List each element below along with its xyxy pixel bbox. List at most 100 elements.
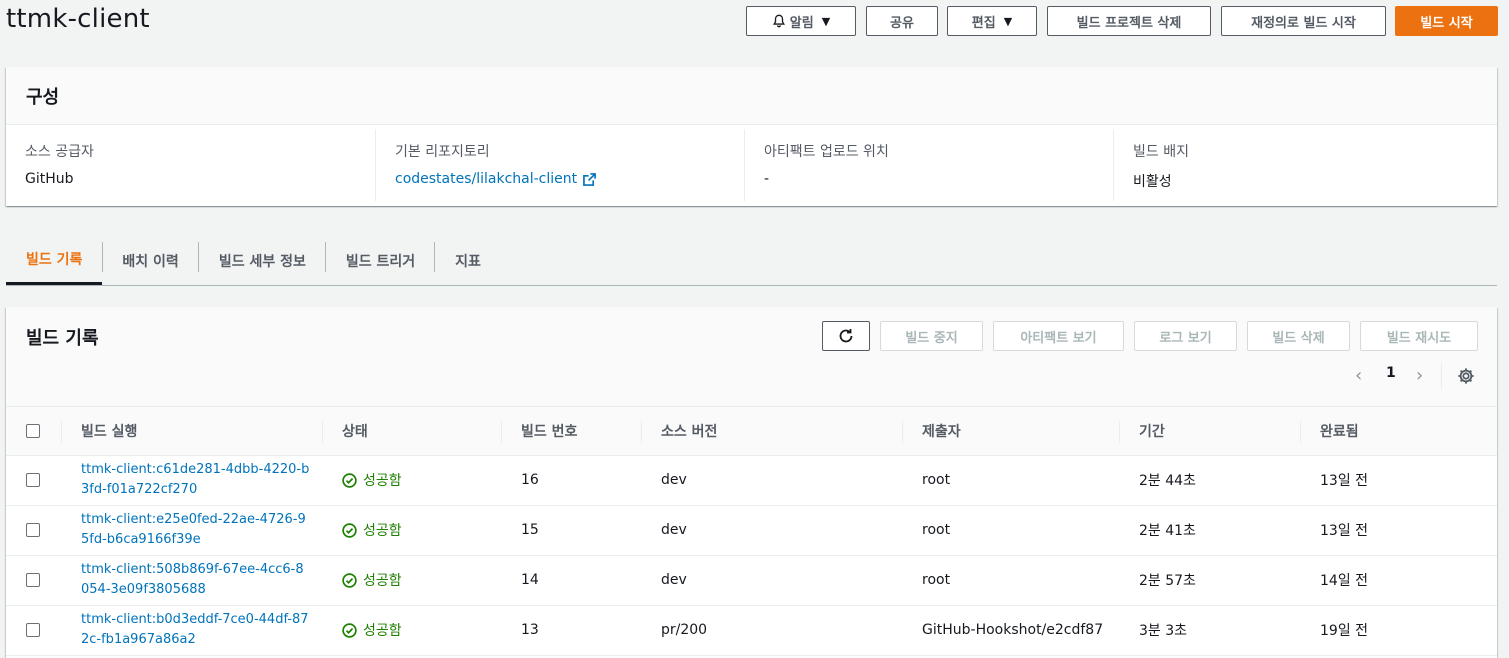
build-number-cell: 13 [501,605,641,656]
build-number-cell: 15 [501,505,641,556]
submitter-cell: root [902,505,1119,556]
config-primary-repository: 기본 리포지토리 codestates/lilakchal-client [375,129,744,201]
retry-build-button[interactable]: 빌드 재시도 [1360,321,1478,351]
tab-bar: 빌드 기록 배치 이력 빌드 세부 정보 빌드 트리거 지표 [6,236,1497,286]
pagination-prev-icon[interactable]: ‹ [1355,365,1362,386]
duration-cell: 2분 57초 [1119,555,1300,606]
status-label: 성공함 [363,623,402,639]
status-badge: 성공함 [342,570,501,590]
status-cell: 성공함 [322,455,501,506]
tab-label: 지표 [455,253,481,270]
column-header[interactable]: 빌드 번호 [501,407,641,456]
row-checkbox[interactable] [26,523,40,537]
repository-link[interactable]: codestates/lilakchal-client [395,171,597,187]
row-checkbox[interactable] [26,573,40,587]
tab-label: 빌드 트리거 [345,253,416,270]
row-select-cell [6,455,61,506]
build-number-cell: 16 [501,455,641,506]
pagination-page-1[interactable]: 1 [1386,365,1396,381]
build-number-cell: 14 [501,555,641,606]
completed-cell: 19일 전 [1300,605,1497,656]
table-row: ttmk-client:508b869f-67ee-4cc6-8054-3e09… [6,555,1497,606]
gear-icon[interactable] [1457,367,1475,385]
refresh-button[interactable] [822,321,870,351]
view-artifacts-button[interactable]: 아티팩트 보기 [993,321,1124,351]
build-run-cell: ttmk-client:e25e0fed-22ae-4726-95fd-b6ca… [61,505,322,556]
duration-cell: 2분 41초 [1119,505,1300,556]
delete-project-button[interactable]: 빌드 프로젝트 삭제 [1047,6,1211,36]
status-cell: 성공함 [322,555,501,606]
completed-cell: 14일 전 [1300,555,1497,606]
success-check-icon [342,622,357,638]
notify-button[interactable]: 알림 ▼ [746,6,856,36]
build-run-cell: ttmk-client:c61de281-4dbb-4220-b3fd-f01a… [61,455,322,506]
status-label: 성공함 [363,473,402,489]
edit-button[interactable]: 편집 ▼ [947,6,1037,36]
tab-batch-history[interactable]: 배치 이력 [102,236,199,285]
completed-cell: 13일 전 [1300,505,1497,556]
column-header[interactable]: 완료됨 [1300,407,1497,456]
notify-label: 알림 [789,15,814,31]
build-run-link[interactable]: ttmk-client:508b869f-67ee-4cc6-8054-3e09… [81,560,311,600]
column-header[interactable]: 기간 [1119,407,1300,456]
stop-build-button[interactable]: 빌드 중지 [880,321,983,351]
source-version-cell: dev [641,505,902,556]
config-build-badge: 빌드 배지 비활성 [1113,129,1482,201]
tab-build-details[interactable]: 빌드 세부 정보 [199,236,326,285]
build-run-link[interactable]: ttmk-client:b0d3eddf-7ce0-44df-872c-fb1a… [81,610,311,650]
tab-label: 빌드 기록 [26,252,83,268]
build-history-title: 빌드 기록 [26,328,99,349]
edit-label: 편집 [971,15,996,31]
config-label: 빌드 배지 [1133,144,1189,160]
tab-metrics[interactable]: 지표 [435,236,501,285]
config-panel: 구성 소스 공급자 GitHub 기본 리포지토리 codestates/lil… [6,67,1497,206]
start-with-overrides-button[interactable]: 재정의로 빌드 시작 [1221,6,1386,36]
column-header[interactable]: 빌드 실행 [61,407,322,456]
table-header-row: 빌드 실행 상태 빌드 번호 소스 버전 제출자 기간 완료됨 [6,407,1497,456]
tab-build-history[interactable]: 빌드 기록 [6,236,103,285]
select-all-checkbox[interactable] [26,423,40,438]
source-version-cell: dev [641,455,902,506]
config-source-provider: 소스 공급자 GitHub [6,129,375,201]
build-history-table: 빌드 실행 상태 빌드 번호 소스 버전 제출자 기간 완료됨 ttmk-cli… [6,407,1497,656]
success-check-icon [342,472,357,488]
table-row: ttmk-client:e25e0fed-22ae-4726-95fd-b6ca… [6,505,1497,556]
repository-link-label: codestates/lilakchal-client [395,171,578,187]
build-history-panel: 빌드 기록 빌드 중지 아티팩트 보기 로그 보기 빌드 삭제 빌드 재시도 ‹… [6,307,1497,658]
row-checkbox[interactable] [26,623,40,637]
success-check-icon [342,522,357,538]
table-row: ttmk-client:b0d3eddf-7ce0-44df-872c-fb1a… [6,605,1497,656]
status-cell: 성공함 [322,505,501,556]
status-badge: 성공함 [342,620,501,640]
config-value: - [764,171,770,187]
row-checkbox[interactable] [26,473,40,487]
select-all-cell [6,407,61,456]
refresh-icon [839,329,853,343]
build-run-link[interactable]: ttmk-client:e25e0fed-22ae-4726-95fd-b6ca… [81,510,311,550]
view-logs-button[interactable]: 로그 보기 [1134,321,1237,351]
start-build-button[interactable]: 빌드 시작 [1395,6,1498,36]
source-version-cell: dev [641,555,902,606]
share-button[interactable]: 공유 [866,6,938,36]
delete-build-button[interactable]: 빌드 삭제 [1247,321,1350,351]
build-run-link[interactable]: ttmk-client:c61de281-4dbb-4220-b3fd-f01a… [81,460,311,500]
success-check-icon [342,572,357,588]
tab-label: 빌드 세부 정보 [218,253,306,270]
column-header[interactable]: 상태 [322,407,501,456]
build-run-cell: ttmk-client:b0d3eddf-7ce0-44df-872c-fb1a… [61,605,322,656]
duration-cell: 2분 44초 [1119,455,1300,506]
tab-build-triggers[interactable]: 빌드 트리거 [326,236,436,285]
status-badge: 성공함 [342,520,501,540]
column-header[interactable]: 소스 버전 [641,407,902,456]
row-select-cell [6,605,61,656]
pagination-next-icon[interactable]: › [1416,365,1423,386]
source-version-cell: pr/200 [641,605,902,656]
config-label: 기본 리포지토리 [395,144,490,160]
tab-label: 배치 이력 [122,253,179,270]
bell-icon [772,14,785,28]
row-select-cell [6,505,61,556]
config-artifact-location: 아티팩트 업로드 위치 - [744,129,1113,201]
config-label: 아티팩트 업로드 위치 [764,144,889,160]
completed-cell: 13일 전 [1300,455,1497,506]
column-header[interactable]: 제출자 [902,407,1119,456]
